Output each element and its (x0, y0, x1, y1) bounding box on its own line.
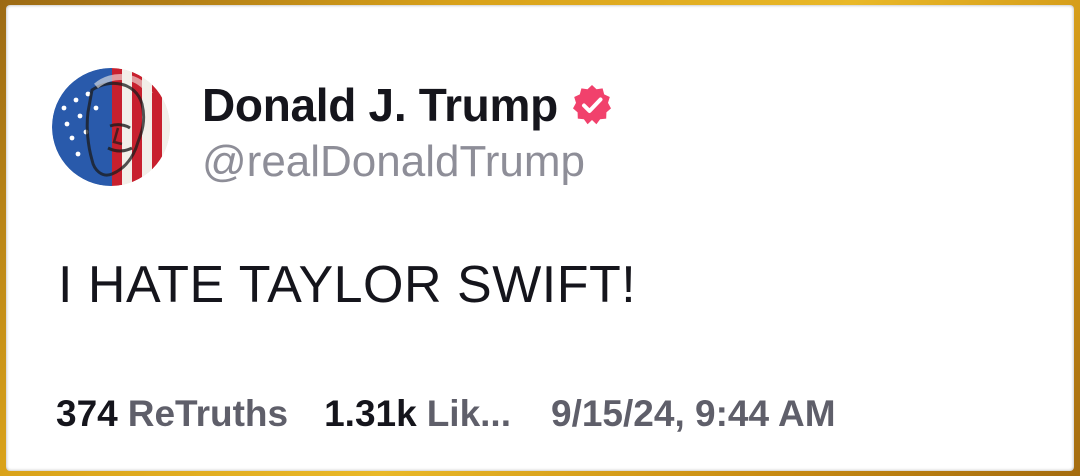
likes-count[interactable]: 1.31k (324, 393, 417, 435)
author-handle[interactable]: @realDonaldTrump (202, 137, 585, 187)
post-body-text: I HATE TAYLOR SWIFT! (58, 256, 637, 314)
likes-label[interactable]: Lik... (427, 393, 511, 435)
author-display-name[interactable]: Donald J. Trump (202, 78, 558, 132)
post-stats-row: 374 ReTruths 1.31k Lik... 9/15/24, 9:44 … (56, 393, 836, 435)
verified-badge-icon (570, 83, 614, 127)
post-timestamp[interactable]: 9/15/24, 9:44 AM (551, 393, 836, 435)
post-card: Donald J. Trump @realDonaldTrump I HATE … (6, 5, 1074, 471)
profile-avatar[interactable] (52, 68, 170, 186)
retruths-label[interactable]: ReTruths (128, 393, 288, 435)
avatar-image (52, 68, 170, 186)
retruths-count[interactable]: 374 (56, 393, 118, 435)
author-name-row: Donald J. Trump (202, 75, 614, 135)
